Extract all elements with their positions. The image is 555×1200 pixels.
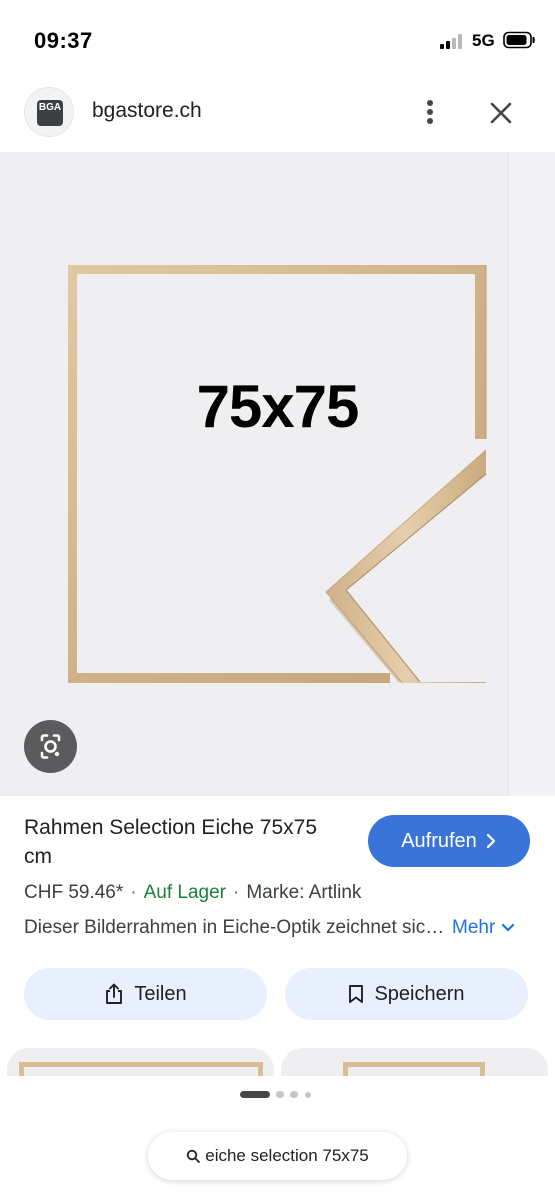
separator: · [233, 882, 240, 903]
separator: · [130, 882, 137, 903]
product-meta: CHF 59.46* · Auf Lager · Marke: Artlink [24, 882, 361, 904]
save-label: Speichern [374, 982, 465, 1005]
bottom-sheet: eiche selection 75x75 [0, 1076, 555, 1200]
search-query: eiche selection 75x75 [205, 1146, 369, 1165]
frame-illustration [68, 265, 487, 684]
chevron-down-icon [502, 923, 515, 932]
search-query-chip[interactable]: eiche selection 75x75 [148, 1132, 407, 1180]
visit-button[interactable]: Aufrufen [368, 815, 530, 867]
share-icon [106, 983, 123, 1004]
close-icon[interactable] [486, 98, 516, 128]
product-title[interactable]: Rahmen Selection Eiche 75x75 cm [24, 813, 344, 871]
page-dot [290, 1091, 298, 1098]
visit-button-label: Aufrufen [401, 829, 477, 852]
size-label: 75x75 [196, 373, 360, 440]
google-lens-icon [40, 734, 61, 759]
more-vert-icon[interactable] [418, 96, 442, 128]
product-image[interactable]: 75x75 [0, 152, 555, 796]
pagination-dots [240, 1091, 320, 1099]
search-icon [187, 1149, 201, 1163]
related-result-thumb[interactable] [7, 1048, 274, 1078]
save-button[interactable]: Speichern [285, 968, 528, 1020]
stock-status: Auf Lager [143, 882, 227, 903]
page-dot [276, 1091, 284, 1098]
share-label: Teilen [134, 982, 187, 1005]
share-button[interactable]: Teilen [24, 968, 267, 1020]
page-dot [305, 1092, 311, 1098]
logo-mark: BGA [37, 100, 63, 126]
chevron-right-icon [486, 833, 495, 849]
status-time: 09:37 [34, 28, 93, 53]
battery-icon [503, 31, 535, 49]
page-dot-active [240, 1091, 270, 1098]
more-link-label: Mehr [452, 917, 496, 938]
more-link[interactable]: Mehr [452, 917, 515, 939]
product-description-row: Dieser Bilderrahmen in Eiche-Optik zeich… [24, 917, 534, 939]
network-label: 5G [472, 31, 495, 50]
product-description: Dieser Bilderrahmen in Eiche-Optik zeich… [24, 917, 446, 938]
bookmark-icon [349, 985, 364, 1003]
related-results [0, 1048, 555, 1078]
product-price: CHF 59.46* [24, 882, 124, 903]
product-brand: Marke: Artlink [246, 882, 362, 903]
related-result-thumb[interactable] [281, 1048, 548, 1078]
signal-icon [440, 33, 466, 49]
google-lens-button[interactable] [24, 720, 77, 773]
site-header: BGA bgastore.ch [0, 80, 555, 152]
site-name[interactable]: bgastore.ch [92, 99, 202, 123]
status-bar: 09:37 5G [0, 0, 555, 80]
site-logo[interactable]: BGA [24, 87, 74, 137]
